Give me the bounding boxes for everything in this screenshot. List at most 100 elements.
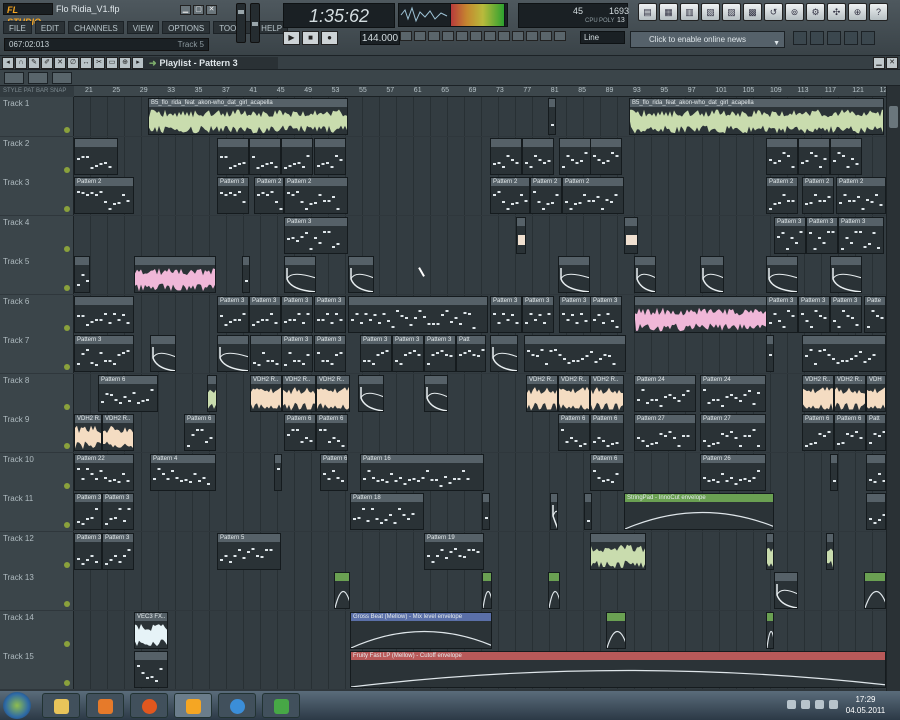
track-label[interactable]: Track 1 xyxy=(0,97,74,136)
playlist-clip[interactable] xyxy=(624,216,638,254)
track-lane[interactable]: Pattern 3 Pattern 3 Pattern 3 Pattern 3 Patt… xyxy=(74,334,886,373)
playlist-clip[interactable] xyxy=(774,572,798,609)
menu-view[interactable]: VIEW xyxy=(126,21,160,34)
track-label[interactable]: Track 6 xyxy=(0,294,74,334)
playlist-clip[interactable]: Pattern 3 xyxy=(249,295,281,333)
typing-keyboard-button[interactable] xyxy=(400,31,412,41)
stop-button[interactable]: ■ xyxy=(302,31,319,45)
playlist-clip[interactable]: Pattern 3 xyxy=(522,295,554,333)
track-label[interactable]: Track 3 xyxy=(0,176,74,215)
tools-button[interactable]: ✣ xyxy=(827,3,846,21)
playlist-clip[interactable] xyxy=(550,493,558,530)
playlist-clip[interactable] xyxy=(482,493,490,530)
step-sequencer-button[interactable]: ▦ xyxy=(659,3,678,21)
playlist-clip[interactable] xyxy=(634,256,656,293)
playlist-clip[interactable] xyxy=(358,374,384,412)
playlist-clip[interactable]: Pattern 24 xyxy=(634,374,696,412)
playlist-clip[interactable] xyxy=(798,137,830,175)
menu-options[interactable]: OPTIONS xyxy=(162,21,211,34)
track-label[interactable]: Track 10 xyxy=(0,452,74,492)
playlist-clip[interactable]: Pattern 3 xyxy=(102,493,134,530)
track-mute-led[interactable] xyxy=(64,403,70,410)
playlist-clip[interactable]: Pattern 6 xyxy=(590,453,624,491)
playlist-clip[interactable]: Pattern 18 xyxy=(350,493,424,530)
playlist-clip[interactable] xyxy=(522,137,554,175)
playlist-clip[interactable]: Pattern 24 xyxy=(700,374,766,412)
plugin-button-5[interactable] xyxy=(861,31,875,45)
playlist-clip[interactable] xyxy=(524,335,626,372)
playlist-clip[interactable] xyxy=(217,137,249,175)
zoom-icon[interactable]: ⊕ xyxy=(119,57,131,69)
chevron-down-icon[interactable]: ▼ xyxy=(773,36,780,52)
taskbar-internet-explorer[interactable] xyxy=(218,693,256,718)
playlist-clip[interactable] xyxy=(284,256,316,293)
playlist-clip[interactable] xyxy=(590,137,622,175)
playlist-clip[interactable]: Pattern 3 xyxy=(838,216,884,254)
playlist-clip[interactable] xyxy=(590,532,646,570)
playlist-button[interactable]: ▤ xyxy=(638,3,657,21)
playlist-clip[interactable]: StringPad - InnoCut envelope xyxy=(624,493,774,530)
close-button[interactable]: ✕ xyxy=(206,5,217,15)
playlist-clip[interactable] xyxy=(134,651,168,688)
playlist-clip[interactable]: Pattern 19 xyxy=(424,532,484,570)
playlist-clip[interactable] xyxy=(584,493,592,530)
zoom-button[interactable]: ⊕ xyxy=(848,3,867,21)
track-mute-led[interactable] xyxy=(64,601,70,607)
playlist-clip[interactable]: Pattern 6 xyxy=(590,414,624,451)
playlist-clip[interactable] xyxy=(548,98,556,135)
master-volume-slider[interactable] xyxy=(236,3,246,43)
track-lane[interactable] xyxy=(74,571,886,610)
track-label[interactable]: Track 7 xyxy=(0,334,74,373)
settings-button[interactable]: ⚙ xyxy=(806,3,825,21)
playlist-clip[interactable] xyxy=(490,137,522,175)
playlist-clip[interactable]: Pattern 2 xyxy=(74,177,134,214)
playlist-clip[interactable] xyxy=(830,256,862,293)
channel-rack-button[interactable]: ▩ xyxy=(743,3,762,21)
playlist-clip[interactable]: VDH xyxy=(866,374,886,412)
playlist-clip[interactable]: Pattern 27 xyxy=(700,414,766,451)
playlist-clip[interactable] xyxy=(207,374,217,412)
playlist-clip[interactable] xyxy=(242,256,250,293)
tray-icon-2[interactable] xyxy=(801,700,810,709)
playlist-clip[interactable]: Pattern 16 xyxy=(360,453,484,491)
track-mute-led[interactable] xyxy=(64,482,70,489)
tray-icon-3[interactable] xyxy=(815,700,824,709)
playlist-clip[interactable] xyxy=(516,216,526,254)
playlist-clip[interactable]: Pattern 3 xyxy=(217,177,249,214)
taskbar-explorer[interactable] xyxy=(42,693,80,718)
loop-record-button[interactable] xyxy=(484,31,496,41)
playlist-clip[interactable] xyxy=(766,532,774,570)
playlist-clip[interactable]: Pattern 26 xyxy=(700,453,766,491)
playlist-clip[interactable]: Pattern 6 xyxy=(316,414,348,451)
maximize-button[interactable]: ▢ xyxy=(193,5,204,15)
plugin-button-2[interactable] xyxy=(810,31,824,45)
playlist-clip[interactable] xyxy=(766,137,798,175)
playlist-clip[interactable]: Pattern 6 xyxy=(802,414,834,451)
playlist-clip[interactable] xyxy=(830,137,862,175)
track-label[interactable]: Track 13 xyxy=(0,571,74,610)
playlist-clip[interactable] xyxy=(634,295,767,333)
slice-icon[interactable]: ✂ xyxy=(93,57,105,69)
taskbar-media-player[interactable] xyxy=(86,693,124,718)
playlist-clip[interactable] xyxy=(250,335,282,372)
playlist-clip[interactable]: Pattern 2 xyxy=(836,177,886,214)
playlist-clip[interactable]: VDH2 R.. xyxy=(834,374,866,412)
playlist-clip[interactable]: Pattern 3 xyxy=(360,335,392,372)
playlist-clip[interactable]: VDH2 R.. xyxy=(282,374,316,412)
track-label[interactable]: Track 4 xyxy=(0,215,74,255)
taskbar-app[interactable] xyxy=(262,693,300,718)
playlist-clip[interactable]: Pattern 2 xyxy=(254,177,284,214)
playlist-clip[interactable]: Pattern 6 xyxy=(184,414,216,451)
playlist-clip[interactable]: B5_flo_rida_feat_akon-who_dat_girl_acape… xyxy=(148,98,348,135)
plugin-button-4[interactable] xyxy=(844,31,858,45)
playlist-clip[interactable] xyxy=(866,453,886,491)
plugin-button-3[interactable] xyxy=(827,31,841,45)
playlist-clip[interactable] xyxy=(74,137,118,175)
playlist-clip[interactable] xyxy=(424,374,448,412)
playlist-clip[interactable] xyxy=(334,572,350,609)
playlist-clip[interactable]: Pattern 3 xyxy=(217,295,249,333)
playlist-clip[interactable] xyxy=(766,611,774,649)
track-lane[interactable]: Pattern 2 Pattern 3 Pattern 2 Pattern 2 Patt… xyxy=(74,176,886,215)
save-button[interactable]: ⊚ xyxy=(785,3,804,21)
menu-file[interactable]: FILE xyxy=(3,21,32,34)
